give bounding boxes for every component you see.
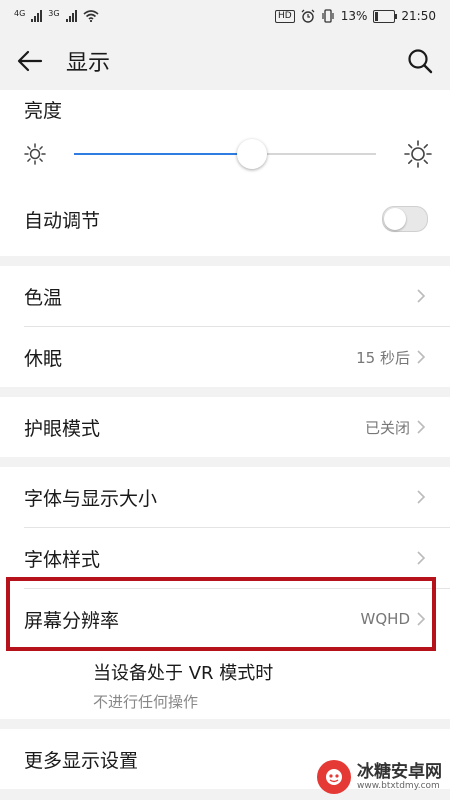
page-title: 显示 [66, 51, 111, 76]
brightness-label: 亮度 [24, 100, 63, 122]
status-left: 4G 3G [14, 10, 99, 22]
brightness-card: 亮度 自动调节 [0, 90, 450, 256]
chevron-right-icon [416, 286, 428, 306]
section-gap [0, 256, 450, 266]
eye-mode-card: 护眼模式 已关闭 [0, 397, 450, 457]
brightness-slider[interactable] [74, 139, 376, 169]
battery-icon [373, 9, 398, 23]
battery-percent: 13% [340, 9, 368, 23]
color-temp-row[interactable]: 色温 [0, 266, 450, 326]
chevron-right-icon [416, 487, 428, 507]
font-resolution-card: 字体与显示大小 字体样式 屏幕分辨率 WQHD 当设备处于 VR 模式时 不进行… [0, 467, 450, 719]
color-temp-label: 色温 [24, 286, 63, 309]
watermark-text: 冰糖安卓网 [357, 762, 442, 782]
signal-icon [31, 10, 43, 22]
signal-icon-2 [65, 10, 77, 22]
sim1-network-label: 4G [14, 9, 26, 18]
sleep-label: 休眠 [24, 347, 63, 370]
vibrate-icon [322, 9, 334, 23]
app-bar: 显示 [0, 32, 450, 90]
sun-small-icon [24, 143, 46, 165]
sim2-network-label: 3G [48, 9, 60, 18]
section-gap [0, 719, 450, 729]
back-arrow-icon[interactable] [16, 47, 44, 75]
status-bar: 4G 3G HD 13% 21:50 [0, 0, 450, 32]
sleep-row[interactable]: 休眠 15 秒后 [0, 327, 450, 387]
eye-mode-row[interactable]: 护眼模式 已关闭 [0, 397, 450, 457]
sun-large-icon [404, 140, 432, 168]
toggle-knob [384, 208, 406, 230]
auto-adjust-toggle[interactable] [382, 206, 428, 232]
sleep-value: 15 秒后 [356, 348, 410, 367]
vr-mode-subtitle: 不进行任何操作 [93, 693, 199, 711]
status-right: HD 13% 21:50 [275, 9, 436, 23]
font-style-label: 字体样式 [24, 548, 101, 571]
section-gap [0, 387, 450, 397]
font-size-label: 字体与显示大小 [24, 487, 158, 510]
brightness-slider-row [0, 126, 450, 182]
auto-adjust-row[interactable]: 自动调节 [0, 182, 450, 256]
font-size-row[interactable]: 字体与显示大小 [0, 467, 450, 527]
watermark-logo-icon [317, 760, 351, 794]
resolution-row[interactable]: 屏幕分辨率 WQHD [0, 589, 450, 649]
wifi-icon [83, 10, 99, 22]
alarm-icon [301, 9, 315, 23]
section-gap [0, 457, 450, 467]
watermark-url: www.btxtdmy.com [357, 781, 440, 791]
chevron-right-icon [416, 548, 428, 568]
chevron-right-icon [416, 417, 428, 437]
font-style-row[interactable]: 字体样式 [0, 528, 450, 588]
search-icon[interactable] [406, 47, 434, 75]
resolution-label: 屏幕分辨率 [24, 609, 120, 632]
vr-mode-item[interactable]: 当设备处于 VR 模式时 不进行任何操作 [0, 649, 450, 719]
slider-fill [74, 153, 253, 155]
watermark: 冰糖安卓网 www.btxtdmy.com [317, 760, 442, 794]
chevron-right-icon [416, 347, 428, 367]
eye-mode-label: 护眼模式 [24, 417, 101, 440]
eye-mode-value: 已关闭 [364, 418, 410, 437]
clock: 21:50 [401, 9, 436, 23]
vr-mode-title: 当设备处于 VR 模式时 [93, 663, 274, 684]
auto-adjust-label: 自动调节 [24, 209, 101, 232]
chevron-right-icon [416, 609, 428, 629]
hd-badge: HD [275, 9, 295, 23]
temp-sleep-card: 色温 休眠 15 秒后 [0, 266, 450, 387]
resolution-value: WQHD [360, 610, 410, 628]
slider-thumb[interactable] [237, 139, 268, 169]
